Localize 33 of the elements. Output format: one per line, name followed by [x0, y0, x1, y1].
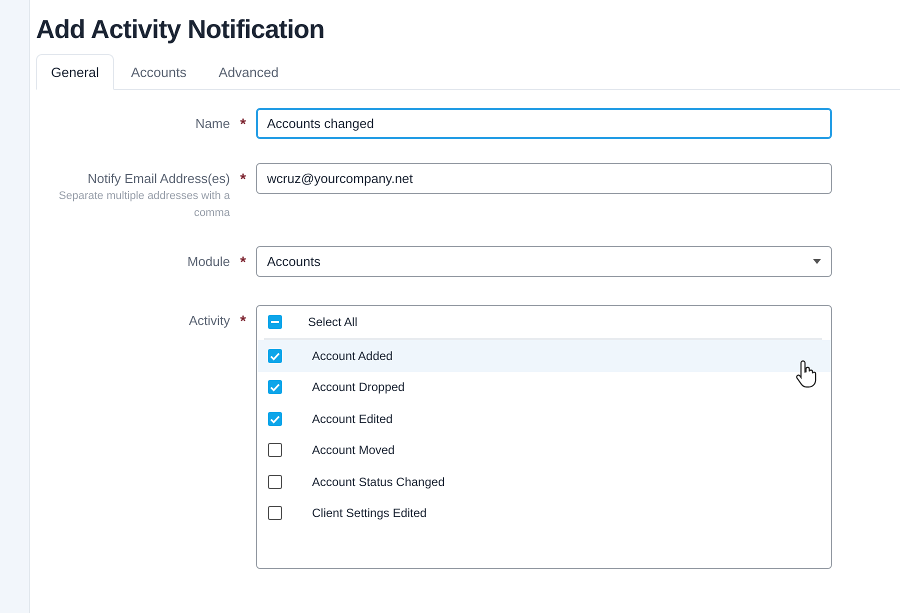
checkbox[interactable]: [268, 380, 282, 394]
option-label: Select All: [308, 315, 358, 329]
highlighted-option-row[interactable]: Account Added: [258, 340, 831, 372]
hand-pointer-icon: [795, 359, 819, 389]
checkbox[interactable]: [268, 443, 282, 458]
field-label: Name: [195, 116, 230, 131]
required-mark: *: [239, 116, 247, 133]
option-label: Account Dropped: [312, 380, 405, 394]
checkbox[interactable]: [268, 412, 282, 426]
option-label: Account Status Changed: [312, 474, 445, 489]
checkbox[interactable]: [268, 348, 282, 363]
option-label: Account Moved: [312, 443, 395, 458]
checkbox[interactable]: [268, 315, 282, 329]
input-field[interactable]: Accounts changed: [256, 108, 832, 139]
checkbox[interactable]: [268, 506, 282, 520]
field-label: Module: [187, 254, 230, 269]
option-label: Client Settings Edited: [312, 506, 427, 520]
input-field[interactable]: wcruz@yourcompany.net: [256, 163, 832, 194]
page-title: Add Activity Notification: [36, 14, 326, 45]
field-hint: Separate multiple addresses with a comma: [58, 189, 231, 221]
field-label: Notify Email Address(es): [88, 171, 230, 186]
required-mark: *: [239, 313, 247, 330]
option-label: Account Added: [312, 348, 393, 363]
caret-icon: [813, 259, 821, 264]
required-mark: *: [239, 171, 247, 188]
field-label: Activity: [188, 313, 230, 328]
tab[interactable]: Accounts: [116, 54, 202, 90]
required-mark: *: [239, 254, 247, 271]
tab[interactable]: Advanced: [204, 54, 294, 90]
tab[interactable]: General: [36, 54, 114, 90]
checkbox[interactable]: [268, 474, 282, 489]
dropdown[interactable]: Accounts: [256, 246, 832, 277]
option-label: Account Edited: [312, 412, 393, 426]
